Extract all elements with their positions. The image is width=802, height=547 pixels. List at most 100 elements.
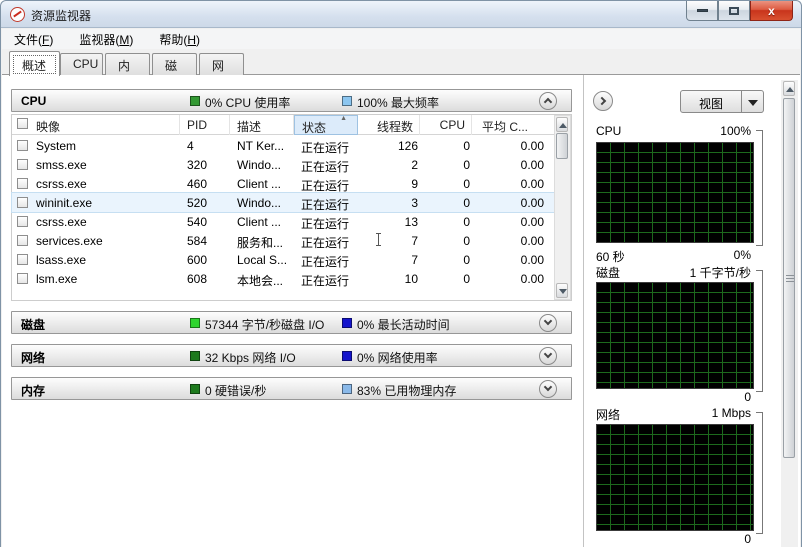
menu-file[interactable]: 文件(F) (10, 30, 57, 49)
close-button[interactable]: x (750, 1, 793, 21)
table-row[interactable]: services.exe 584 服务和... 正在运行 7 0 0.00 (12, 231, 555, 250)
disk-section-header[interactable]: 磁盘 57344 字节/秒磁盘 I/O 0% 最长活动时间 (11, 311, 572, 334)
tab-cpu[interactable]: CPU (60, 53, 103, 75)
tab-strip: 概述 CPU 内存 磁盘 网络 (2, 49, 800, 90)
table-scrollbar[interactable] (554, 115, 571, 300)
network-graph (596, 424, 754, 531)
cell-pid: 608 (187, 272, 208, 286)
table-header-row: 映像 PID 描述 状态 ▲ 线程数 CPU 平均 C... (12, 115, 555, 135)
cell-threads: 7 (411, 253, 418, 267)
cell-image: smss.exe (36, 158, 87, 172)
row-checkbox[interactable] (17, 216, 28, 227)
cell-pid: 460 (187, 177, 208, 191)
tab-overview[interactable]: 概述 (9, 51, 60, 76)
table-row[interactable]: lsm.exe 608 本地会... 正在运行 10 0 0.00 (12, 269, 555, 288)
cell-threads: 10 (404, 272, 418, 286)
cell-cpu: 0 (463, 158, 470, 172)
cell-image: wininit.exe (36, 196, 93, 210)
maximize-icon (729, 6, 739, 15)
menu-help[interactable]: 帮助(H) (155, 30, 204, 49)
cpu-graph-axis-bracket (756, 130, 763, 246)
title-bar[interactable]: 资源监视器 x (1, 1, 801, 28)
thumb-grip-icon (786, 278, 794, 279)
disk-active-legend-swatch (342, 318, 352, 328)
cell-threads: 2 (411, 158, 418, 172)
row-checkbox[interactable] (17, 178, 28, 189)
cell-cpu: 0 (463, 234, 470, 248)
cell-status: 正在运行 (301, 160, 350, 174)
graphs-panel: 视图 CPU 100% 60 秒 0% 磁盘 1 千字节/秒 0 网络 1 Mb… (584, 75, 781, 547)
sort-ascending-icon: ▲ (340, 115, 347, 122)
expand-panel-button[interactable] (593, 91, 613, 111)
collapse-cpu-button[interactable] (539, 92, 557, 110)
cell-cpu: 0 (463, 272, 470, 286)
table-scrollbar-thumb[interactable] (556, 133, 568, 159)
cell-description: Windo... (237, 158, 282, 172)
cpu-section-title: CPU (21, 94, 47, 108)
network-section-header[interactable]: 网络 32 Kbps 网络 I/O 0% 网络使用率 (11, 344, 572, 367)
table-row[interactable]: smss.exe 320 Windo... 正在运行 2 0 0.00 (12, 155, 555, 174)
content-area: CPU 0% CPU 使用率 100% 最大频率 映像 PID 描述 状态 ▲ 线… (2, 75, 800, 547)
row-checkbox[interactable] (17, 197, 28, 208)
window-scrollbar-thumb[interactable] (783, 98, 795, 458)
views-dropdown-arrow-icon[interactable] (741, 91, 763, 112)
scroll-down-button[interactable] (556, 283, 568, 298)
cell-avg-cpu: 0.00 (520, 215, 544, 229)
cell-status: 正在运行 (301, 179, 350, 193)
table-row[interactable]: wininit.exe 520 Windo... 正在运行 3 0 0.00 (11, 192, 556, 213)
table-row[interactable]: System 4 NT Ker... 正在运行 126 0 0.00 (12, 136, 555, 155)
column-header-description[interactable]: 描述 (230, 115, 294, 135)
column-header-cpu[interactable]: CPU (420, 115, 472, 135)
window-title: 资源监视器 (31, 9, 92, 23)
row-checkbox[interactable] (17, 159, 28, 170)
scroll-up-button[interactable] (556, 117, 568, 132)
window-scrollbar[interactable] (781, 80, 798, 547)
row-checkbox[interactable] (17, 273, 28, 284)
table-row[interactable]: lsass.exe 600 Local S... 正在运行 7 0 0.00 (12, 250, 555, 269)
cell-image: services.exe (36, 234, 103, 248)
tab-disk[interactable]: 磁盘 (152, 53, 197, 90)
column-header-image[interactable]: 映像 (12, 115, 180, 135)
focus-rect (13, 55, 56, 74)
column-header-status[interactable]: 状态 ▲ (294, 115, 358, 135)
cell-avg-cpu: 0.00 (520, 272, 544, 286)
cpu-graph-xlabel: 60 秒 (596, 250, 625, 264)
cpu-graph-max-label: 100% (720, 124, 751, 138)
cell-description: Client ... (237, 215, 282, 229)
cell-image: csrss.exe (36, 215, 87, 229)
table-row[interactable]: csrss.exe 460 Client ... 正在运行 9 0 0.00 (12, 174, 555, 193)
cell-image: lsm.exe (36, 272, 78, 286)
cpu-freq-legend-swatch (342, 96, 352, 106)
minimize-button[interactable] (686, 1, 718, 21)
expand-memory-button[interactable] (539, 380, 557, 398)
column-header-threads[interactable]: 线程数 (358, 115, 420, 135)
cell-status: 正在运行 (301, 217, 350, 231)
window-scroll-up-button[interactable] (783, 81, 795, 96)
disk-graph-title: 磁盘 (596, 266, 621, 280)
column-header-avg-cpu[interactable]: 平均 C... (472, 115, 555, 135)
cpu-section-header[interactable]: CPU 0% CPU 使用率 100% 最大频率 (11, 89, 572, 112)
memory-section-header[interactable]: 内存 0 硬错误/秒 83% 已用物理内存 (11, 377, 572, 400)
row-checkbox[interactable] (17, 235, 28, 246)
minimize-icon (696, 9, 708, 12)
cell-avg-cpu: 0.00 (520, 177, 544, 191)
cell-threads: 7 (411, 234, 418, 248)
network-usage-legend-swatch (342, 351, 352, 361)
menu-monitor[interactable]: 监视器(M) (75, 30, 137, 49)
memory-used-legend-swatch (342, 384, 352, 394)
expand-network-button[interactable] (539, 347, 557, 365)
column-header-pid[interactable]: PID (180, 115, 230, 135)
cell-description: NT Ker... (237, 139, 285, 153)
memory-faults-legend-label: 0 硬错误/秒 (205, 384, 267, 398)
row-checkbox[interactable] (17, 140, 28, 151)
table-row[interactable]: csrss.exe 540 Client ... 正在运行 13 0 0.00 (12, 212, 555, 231)
select-all-checkbox[interactable] (17, 118, 28, 129)
maximize-button[interactable] (718, 1, 750, 21)
views-button[interactable]: 视图 (680, 90, 764, 113)
row-checkbox[interactable] (17, 254, 28, 265)
tab-memory[interactable]: 内存 (105, 53, 150, 90)
tab-network[interactable]: 网络 (199, 53, 244, 90)
chevron-up-icon (543, 97, 553, 107)
cpu-graph (596, 142, 754, 243)
expand-disk-button[interactable] (539, 314, 557, 332)
